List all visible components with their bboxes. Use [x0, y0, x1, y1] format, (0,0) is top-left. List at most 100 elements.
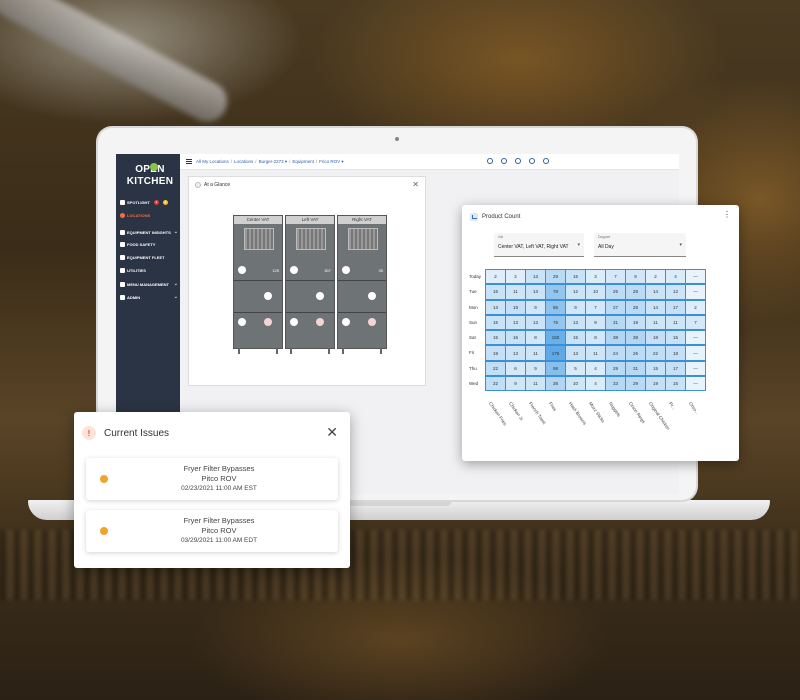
heatmap-cell[interactable]: —: [685, 345, 706, 361]
sidebar-item-spotlight[interactable]: SPOTLIGHT 1 2: [120, 200, 178, 205]
sidebar-item-food-safety[interactable]: FOOD SAFETY: [120, 242, 178, 247]
heatmap-cell[interactable]: 175: [545, 345, 566, 361]
more-options-icon[interactable]: ⋮: [723, 211, 731, 219]
heatmap-cell[interactable]: —: [685, 284, 706, 300]
heatmap-cell[interactable]: 11: [525, 345, 546, 361]
heatmap-cell[interactable]: 15: [485, 314, 506, 331]
heatmap-cell[interactable]: 13: [525, 284, 546, 300]
breadcrumb-item[interactable]: Frico ROV ▾: [319, 159, 344, 164]
heatmap-cell[interactable]: 19: [645, 376, 666, 392]
help-icon[interactable]: [515, 158, 521, 164]
heatmap-cell[interactable]: 150: [545, 330, 566, 346]
heatmap-cell[interactable]: 19: [505, 299, 526, 315]
heatmap-cell[interactable]: 13: [505, 345, 526, 361]
heatmap-cell[interactable]: 15: [485, 284, 506, 300]
heatmap-cell[interactable]: 16: [505, 330, 526, 346]
vat-select[interactable]: Vat Center VAT, Left VAT, Right VAT ▾: [494, 233, 584, 257]
heatmap-cell[interactable]: 22: [485, 360, 506, 377]
logout-icon[interactable]: [543, 158, 549, 164]
heatmap-cell[interactable]: 28: [625, 299, 646, 315]
heatmap-cell[interactable]: 11: [665, 314, 686, 331]
heatmap-cell[interactable]: 11: [645, 314, 666, 331]
heatmap-cell[interactable]: 10: [585, 284, 606, 300]
breadcrumb-item[interactable]: Locations: [234, 159, 253, 164]
heatmap-cell[interactable]: 13: [525, 314, 546, 331]
heatmap-cell[interactable]: 78: [545, 284, 566, 300]
close-icon[interactable]: ✕: [326, 424, 338, 441]
heatmap-cell[interactable]: 15: [565, 330, 586, 346]
heatmap-cell[interactable]: 11: [505, 284, 526, 300]
menu-icon[interactable]: [186, 159, 192, 164]
link-icon[interactable]: [487, 158, 493, 164]
heatmap-cell[interactable]: 38: [605, 330, 626, 346]
heatmap-cell[interactable]: 26: [625, 345, 646, 361]
heatmap-cell[interactable]: 4: [585, 376, 606, 392]
heatmap-cell[interactable]: 13: [525, 269, 546, 285]
issue-item[interactable]: Fryer Filter Bypasses Pitco ROV 03/29/2021…: [86, 510, 338, 552]
heatmap-cell[interactable]: 9: [585, 314, 606, 331]
heatmap-cell[interactable]: —: [685, 330, 706, 346]
heatmap-cell[interactable]: 31: [605, 314, 626, 331]
heatmap-cell[interactable]: 22: [645, 345, 666, 361]
heatmap-cell[interactable]: 38: [545, 376, 566, 392]
heatmap-cell[interactable]: 33: [605, 376, 626, 392]
user-icon[interactable]: [529, 158, 535, 164]
heatmap-cell[interactable]: 98: [545, 360, 566, 377]
heatmap-cell[interactable]: 29: [545, 269, 566, 285]
heatmap-cell[interactable]: 17: [665, 299, 686, 315]
heatmap-cell[interactable]: 9: [525, 360, 546, 377]
heatmap-cell[interactable]: 15: [665, 376, 686, 392]
sidebar-item-locations[interactable]: LOCATIONS: [120, 213, 178, 218]
heatmap-cell[interactable]: 14: [645, 284, 666, 300]
sidebar-item-equipment-insights[interactable]: EQUIPMENT INSIGHTS ⌄: [120, 229, 178, 235]
heatmap-cell[interactable]: 25: [605, 284, 626, 300]
heatmap-cell[interactable]: 2: [505, 269, 526, 285]
heatmap-cell[interactable]: 15: [565, 269, 586, 285]
heatmap-cell[interactable]: 5: [565, 360, 586, 377]
heatmap-cell[interactable]: 17: [665, 360, 686, 377]
heatmap-cell[interactable]: 4: [585, 360, 606, 377]
daypart-select[interactable]: Daypart All Day ▾: [594, 233, 686, 257]
heatmap-cell[interactable]: —: [685, 360, 706, 377]
heatmap-cell[interactable]: 15: [665, 330, 686, 346]
heatmap-cell[interactable]: 7: [585, 299, 606, 315]
fryer-vat[interactable]: Left VAT 307: [285, 215, 335, 354]
heatmap-cell[interactable]: 11: [585, 345, 606, 361]
heatmap-cell[interactable]: 18: [665, 345, 686, 361]
heatmap-cell[interactable]: 13: [565, 345, 586, 361]
sidebar-item-utilities[interactable]: UTILITIES: [120, 268, 178, 273]
heatmap-cell[interactable]: 29: [605, 360, 626, 377]
heatmap-cell[interactable]: 28: [625, 284, 646, 300]
heatmap-cell[interactable]: 9: [565, 299, 586, 315]
heatmap-cell[interactable]: 7: [605, 269, 626, 285]
heatmap-cell[interactable]: 15: [645, 360, 666, 377]
heatmap-cell[interactable]: 13: [485, 299, 506, 315]
heatmap-cell[interactable]: 7: [685, 314, 706, 331]
close-icon[interactable]: ✕: [412, 180, 419, 189]
heatmap-cell[interactable]: 6: [505, 360, 526, 377]
heatmap-cell[interactable]: 18: [645, 330, 666, 346]
breadcrumb-item[interactable]: All My Locations: [196, 159, 229, 164]
sidebar-item-menu-management[interactable]: MENU MANAGEMENT ⌄: [120, 281, 178, 287]
heatmap-cell[interactable]: 19: [485, 345, 506, 361]
fryer-vat[interactable]: Center VAT 125: [233, 215, 283, 354]
heatmap-cell[interactable]: 10: [565, 376, 586, 392]
heatmap-cell[interactable]: 2: [485, 269, 506, 285]
heatmap-cell[interactable]: 13: [505, 314, 526, 331]
heatmap-cell[interactable]: 31: [625, 360, 646, 377]
heatmap-cell[interactable]: 13: [565, 314, 586, 331]
heatmap-cell[interactable]: 9: [525, 299, 546, 315]
heatmap-cell[interactable]: 12: [665, 284, 686, 300]
heatmap-cell[interactable]: 2: [685, 299, 706, 315]
heatmap-cell[interactable]: 38: [625, 330, 646, 346]
heatmap-cell[interactable]: 29: [625, 376, 646, 392]
heatmap-cell[interactable]: —: [685, 269, 706, 285]
share-icon[interactable]: [501, 158, 507, 164]
heatmap-cell[interactable]: 14: [645, 299, 666, 315]
breadcrumb-item[interactable]: Burger-2273 ▾: [259, 159, 288, 164]
heatmap-cell[interactable]: 8: [585, 330, 606, 346]
heatmap-cell[interactable]: 86: [545, 299, 566, 315]
heatmap-cell[interactable]: 2: [645, 269, 666, 285]
heatmap-cell[interactable]: 9: [505, 376, 526, 392]
breadcrumb-item[interactable]: Equipment: [292, 159, 314, 164]
